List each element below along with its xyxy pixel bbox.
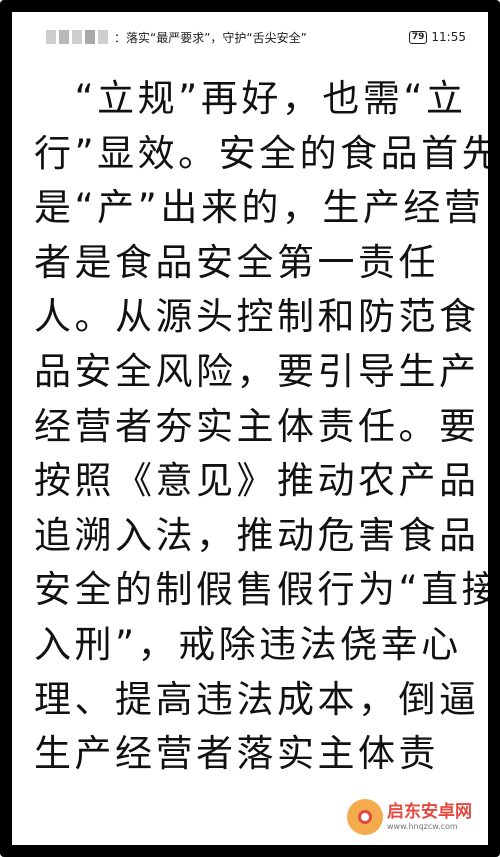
article-line: “立规”再好，也需“立 <box>34 77 467 120</box>
article-line: 经营者夯实主体责任。要 <box>34 404 480 448</box>
watermark-logo-icon <box>347 799 383 835</box>
article-body[interactable]: “立规”再好，也需“立 行”显效。安全的食品首先 是“产”出来的，生产经营 者是… <box>34 72 500 782</box>
article-line: 生产经营者落实主体责 <box>34 732 439 776</box>
phone-frame: ：落实“最严要求”，守护“舌尖安全” 79 11:55 “立规”再好，也需“立 … <box>0 0 500 857</box>
status-indicators: 79 11:55 <box>408 30 466 44</box>
article-line: 是“产”出来的，生产经营 <box>34 186 485 230</box>
article-line: 理、提高违法成本，倒逼 <box>34 677 480 721</box>
watermark-cn: 启东安卓网 <box>387 801 472 822</box>
site-watermark: 启东安卓网 www.hnqzcw.com <box>347 799 472 835</box>
article-line: 入刑”，戒除违法侥幸心 <box>34 622 462 666</box>
watermark-text: 启东安卓网 www.hnqzcw.com <box>387 801 472 831</box>
article-line: 行”显效。安全的食品首先 <box>34 131 500 175</box>
watermark-url: www.hnqzcw.com <box>387 821 458 831</box>
battery-icon: 79 <box>408 30 428 44</box>
article-line: 品安全风险，要引导生产 <box>34 349 480 393</box>
article-line: 人。从源头控制和防范食 <box>34 295 480 339</box>
article-line: 追溯入法，推动危害食品 <box>34 513 480 557</box>
document-title[interactable]: ：落实“最严要求”，守护“舌尖安全” <box>114 29 409 46</box>
article-line: 按照《意见》推动农产品 <box>34 459 480 503</box>
article-line: 安全的制假售假行为“直接 <box>34 568 500 612</box>
clock-time: 11:55 <box>431 30 466 44</box>
status-bar: ：落实“最严要求”，守护“舌尖安全” 79 11:55 <box>12 12 488 62</box>
blurred-account-name <box>46 30 108 44</box>
article-line: 者是食品安全第一责任 <box>34 240 439 284</box>
